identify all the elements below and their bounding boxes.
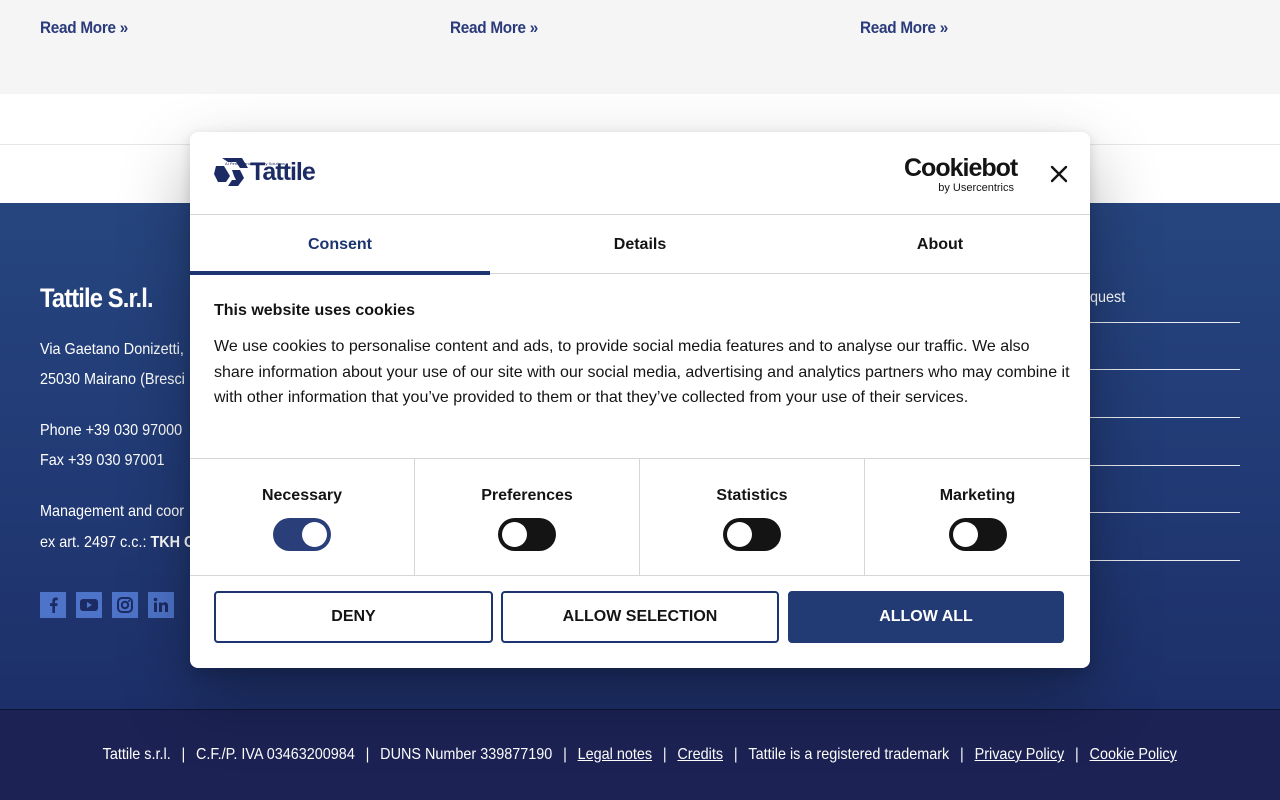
articles-band: Read More » Read More » Read More » [0, 0, 1280, 94]
footer-company-name: Tattile S.r.l. [40, 283, 154, 313]
legal-notes-link[interactable]: Legal notes [578, 746, 652, 763]
category-necessary: Necessary [190, 459, 415, 575]
deny-button[interactable]: DENY [214, 591, 493, 643]
category-label: Marketing [939, 487, 1016, 504]
credits-link[interactable]: Credits [678, 746, 724, 763]
toggle-knob [302, 522, 327, 547]
separator: | [734, 746, 738, 763]
privacy-policy-link[interactable]: Privacy Policy [975, 746, 1065, 763]
cookie-consent-dialog: Tattile AI Performance Mobility Solution… [190, 132, 1090, 668]
separator: | [663, 746, 667, 763]
toggle-knob [502, 522, 527, 547]
read-more-link-1[interactable]: Read More » [40, 18, 128, 38]
consent-description: We use cookies to personalise content an… [214, 338, 1070, 406]
instagram-icon[interactable] [112, 592, 138, 618]
toggle-knob [727, 522, 752, 547]
category-marketing: Marketing [865, 459, 1090, 575]
cookie-policy-link[interactable]: Cookie Policy [1090, 746, 1177, 763]
dialog-header: Tattile AI Performance Mobility Solution… [190, 132, 1090, 215]
marketing-toggle[interactable] [948, 518, 1007, 551]
linkedin-icon[interactable] [148, 592, 174, 618]
management-prefix: ex art. 2497 c.c.: [40, 534, 147, 551]
separator: | [563, 746, 568, 763]
footer-right-divider [1090, 322, 1240, 323]
consent-title: This website uses cookies [214, 302, 415, 319]
read-more-link-2[interactable]: Read More » [450, 18, 538, 38]
footer-fax: Fax +39 030 97001 [40, 452, 165, 469]
footer-right-divider [1090, 417, 1240, 418]
footer-trademark: Tattile is a registered trademark [748, 746, 950, 763]
footer-duns: DUNS Number 339877190 [380, 746, 553, 763]
statistics-toggle[interactable] [723, 518, 781, 551]
separator: | [181, 746, 186, 763]
consent-body: This website uses cookies We use cookies… [214, 302, 1070, 411]
footer-address-line2: 25030 Mairano (Bresci [40, 371, 185, 388]
category-label: Necessary [261, 487, 343, 504]
dialog-tabs: Consent Details About [190, 215, 1090, 275]
preferences-toggle[interactable] [498, 518, 556, 551]
youtube-icon[interactable] [76, 592, 102, 618]
category-label: Preferences [481, 487, 573, 504]
footer-right-divider [1090, 465, 1240, 466]
brand-tagline: AI Performance Mobility Solutions [225, 161, 286, 166]
footer-bottom-bar: Tattile s.r.l. | C.F./P. IVA 03463200984 | D… [0, 709, 1280, 800]
management-company-link[interactable]: TKH G [150, 534, 195, 551]
footer-vat: C.F./P. IVA 03463200984 [196, 746, 356, 763]
cookiebot-title: Cookiebot [904, 154, 1018, 182]
allow-selection-button[interactable]: ALLOW SELECTION [501, 591, 779, 643]
footer-management-line2: ex art. 2497 c.c.: TKH G [40, 534, 195, 552]
separator: | [365, 746, 370, 763]
category-label: Statistics [716, 487, 788, 504]
category-statistics: Statistics [640, 459, 865, 575]
footer-right-divider [1090, 369, 1240, 370]
cookie-category-toggles: Necessary Preferences Statistics Marketi… [190, 458, 1090, 576]
tab-details[interactable]: Details [490, 215, 790, 274]
separator: | [960, 746, 965, 763]
footer-company-text: Tattile s.r.l. [102, 746, 171, 763]
read-more-link-3[interactable]: Read More » [860, 18, 948, 38]
footer-right-divider [1090, 512, 1240, 513]
close-icon[interactable] [1048, 163, 1070, 185]
footer-address-line1: Via Gaetano Donizetti, [40, 341, 184, 358]
tab-about[interactable]: About [790, 215, 1090, 274]
category-preferences: Preferences [415, 459, 640, 575]
facebook-icon[interactable] [40, 592, 66, 618]
footer-management-line1: Management and coor [40, 503, 185, 520]
footer-legal-row: Tattile s.r.l. | C.F./P. IVA 03463200984 | D… [0, 746, 1280, 764]
necessary-toggle[interactable] [273, 518, 331, 551]
cookiebot-subtitle: by Usercentrics [938, 182, 1014, 194]
footer-phone: Phone +39 030 97000 [40, 422, 183, 439]
cookiebot-logo[interactable]: Cookiebot by Usercentrics [904, 154, 1018, 195]
tab-consent[interactable]: Consent [190, 215, 490, 275]
toggle-knob [952, 522, 978, 547]
footer-right-link[interactable]: quest [1090, 289, 1125, 307]
separator: | [1075, 746, 1080, 763]
allow-all-button[interactable]: ALLOW ALL [788, 591, 1064, 643]
footer-right-divider [1090, 560, 1240, 561]
